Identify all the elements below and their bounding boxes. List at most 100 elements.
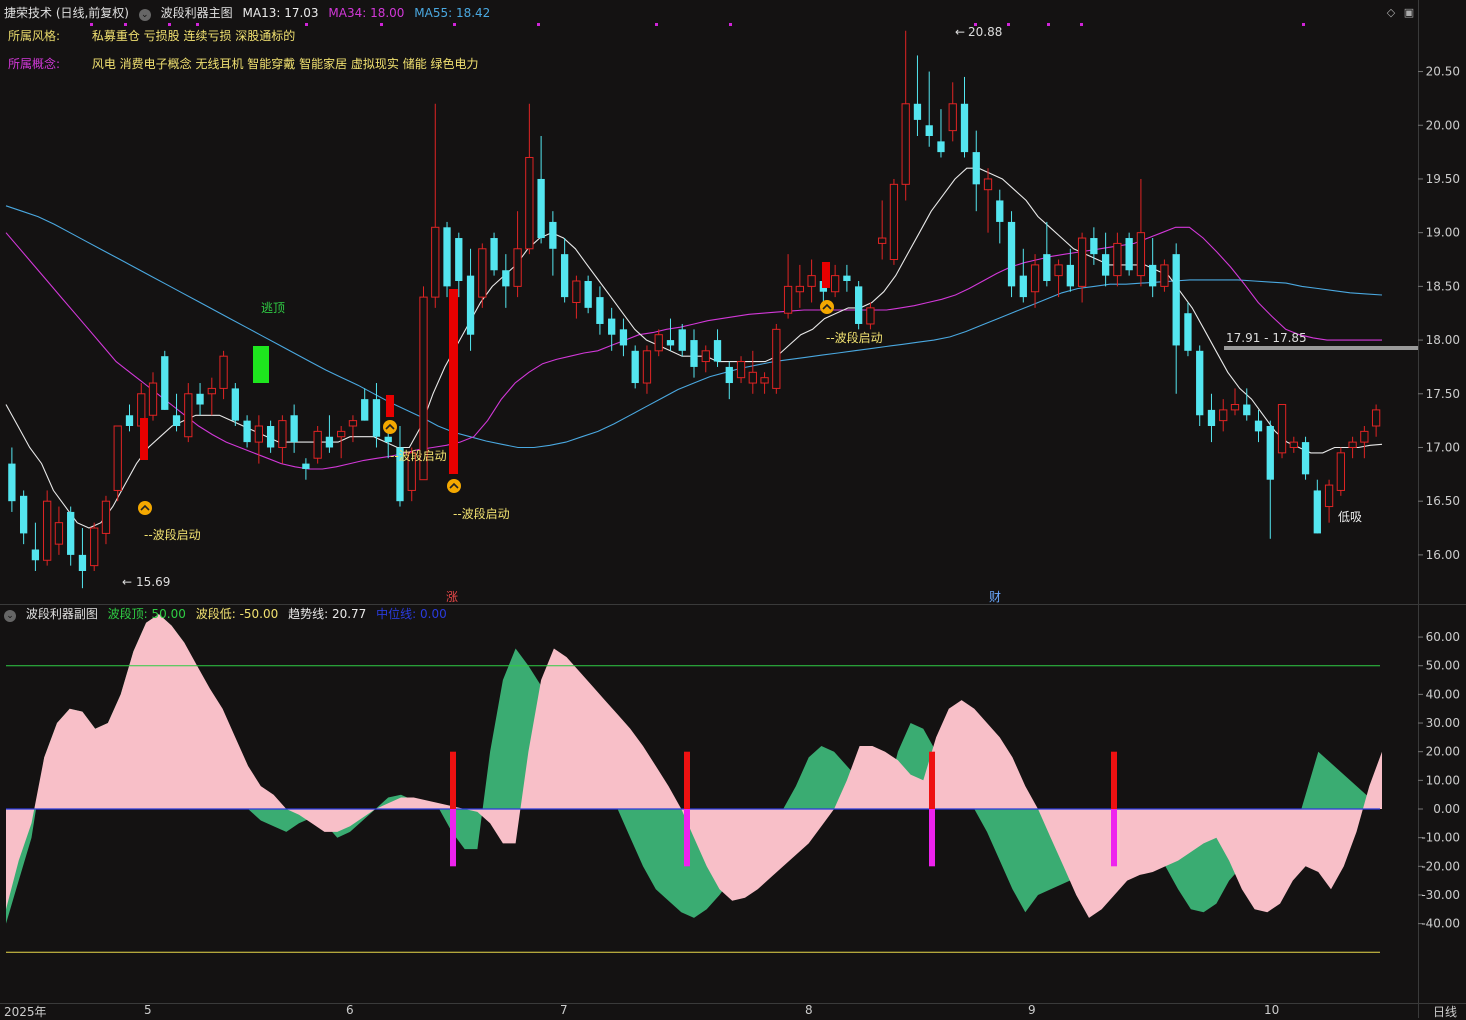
candle-body <box>713 340 722 362</box>
finance-marker[interactable]: 财 <box>989 590 1001 604</box>
candle-body <box>513 248 522 287</box>
candle-body <box>560 254 569 298</box>
y-tick-label: 0.00 <box>1433 802 1460 816</box>
candle-body <box>254 425 264 443</box>
candle-body <box>231 388 239 421</box>
candle-body <box>172 415 181 426</box>
candle-body <box>654 334 663 352</box>
candle-body <box>619 329 628 346</box>
y-tick-label: -10.00 <box>1421 831 1460 845</box>
candle-body <box>243 420 251 443</box>
wave-start-label-4: --波段启动 <box>826 330 883 345</box>
candle-body <box>1313 490 1321 534</box>
candle-body <box>525 156 534 250</box>
candle-body <box>54 522 64 545</box>
x-axis-label-jun: 6 <box>346 1003 354 1017</box>
y-tick-label: 20.00 <box>1426 745 1460 759</box>
candle-body <box>266 426 275 448</box>
candle-body <box>1254 420 1263 432</box>
candle-body <box>478 248 487 298</box>
period-selector[interactable]: 日线 <box>1433 1003 1457 1020</box>
signal-dot <box>655 23 658 26</box>
candle-body <box>1101 254 1110 276</box>
y-tick-label: 20.00 <box>1426 118 1460 132</box>
candle-body <box>878 237 887 244</box>
y-tick-label: -20.00 <box>1421 859 1460 873</box>
candle-body <box>701 350 710 363</box>
x-axis-label-aug: 8 <box>805 1003 813 1017</box>
candle-body <box>584 281 592 308</box>
candle-body <box>1184 313 1192 351</box>
wave-start-label-3: --波段启动 <box>453 506 510 521</box>
candle-body <box>1277 404 1287 454</box>
candle-body <box>1043 254 1051 281</box>
candle-body <box>67 511 75 555</box>
wave-start-label-2: --波段启动 <box>390 448 447 463</box>
signal-dot <box>974 23 977 26</box>
y-tick-label: -30.00 <box>1421 888 1460 902</box>
chart-canvas[interactable]: 20.50 20.00 19.50 19.00 18.50 18.00 17.50 17.00… <box>0 0 1466 1018</box>
candle-body <box>278 420 287 448</box>
candle-body <box>337 430 346 438</box>
candle-body <box>219 355 228 389</box>
wave-start-badge-icon <box>383 420 397 434</box>
candle-body <box>148 382 158 416</box>
signal-dot <box>305 23 308 26</box>
candle-body <box>1136 232 1146 277</box>
candle-body <box>608 318 616 335</box>
candle-body <box>631 350 639 384</box>
dip-buy-label: 低吸 <box>1338 510 1362 524</box>
signal-dot <box>1302 23 1305 26</box>
candle-body <box>996 200 1004 222</box>
candle-body <box>113 425 122 491</box>
candle-body <box>1348 441 1357 448</box>
candle-body <box>772 328 781 389</box>
candle-body <box>843 275 851 281</box>
candle-body <box>125 415 134 426</box>
y-tick-label: 30.00 <box>1426 716 1460 730</box>
spike-up-bar <box>929 751 935 809</box>
candle-body <box>290 415 298 443</box>
candle-body <box>1149 264 1157 287</box>
y-tick-label: 16.50 <box>1426 494 1460 508</box>
sub-indicator-name[interactable]: 波段利器副图 <box>26 607 98 621</box>
candle-body <box>889 183 899 261</box>
candle-body <box>537 178 545 239</box>
candle-body <box>960 103 969 153</box>
sub-y-axis: 60.00 50.00 40.00 30.00 20.00 10.00 0.00 -10.00… <box>1418 630 1460 931</box>
candle-body <box>1019 275 1027 298</box>
candle-body <box>807 275 816 287</box>
candle-body <box>830 275 840 293</box>
sub-chevron-icon[interactable]: ⌄ <box>4 610 16 622</box>
y-tick-label: 50.00 <box>1426 659 1460 673</box>
candle-body <box>325 436 334 448</box>
mid-line-label: 中位线: 0.00 <box>376 607 447 621</box>
candle-body <box>1371 409 1381 427</box>
signal-dot <box>124 23 127 26</box>
candle-body <box>490 238 498 271</box>
limit-up-marker[interactable]: 涨 <box>446 589 458 604</box>
signal-dot <box>537 23 540 26</box>
candle-body <box>1301 442 1310 475</box>
resistance-zone-bar <box>1224 346 1418 350</box>
x-axis-label-jul: 7 <box>560 1003 568 1017</box>
candle-body <box>690 340 698 367</box>
candle-body <box>913 103 922 120</box>
y-tick-label: 60.00 <box>1426 630 1460 644</box>
main-chart-pane <box>5 30 1383 589</box>
candle-body <box>1243 404 1251 416</box>
buy-signal-bar <box>449 289 458 474</box>
candle-body <box>1160 264 1169 287</box>
x-axis-label-year: 2025年 <box>4 1005 47 1019</box>
escape-top-label: 逃顶 <box>261 301 285 315</box>
candle-body <box>1207 409 1216 426</box>
candle-body <box>855 286 863 324</box>
candle-body <box>1030 264 1040 293</box>
buy-signal-bar <box>140 418 148 460</box>
candle-body <box>466 275 475 335</box>
candle-body <box>925 125 933 136</box>
candle-body <box>384 436 392 443</box>
candle-body <box>783 285 793 314</box>
candle-body <box>90 527 99 567</box>
y-tick-label: 20.50 <box>1426 65 1460 79</box>
